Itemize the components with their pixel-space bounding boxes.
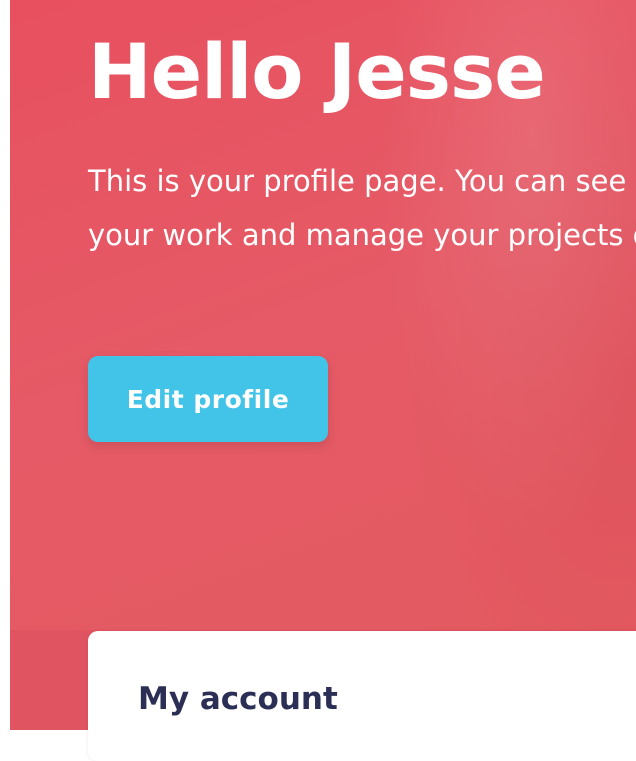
page-title: Hello Jesse [88,27,546,116]
profile-description-line-2: your work and manage your projects o [88,218,636,252]
my-account-card: My account [88,631,636,761]
profile-description-line-1: This is your profile page. You can see t [88,164,636,198]
profile-header: Hello Jesse This is your profile page. Y… [10,0,636,730]
edit-profile-button[interactable]: Edit profile [88,356,328,442]
page-left-edge [0,0,10,730]
card-title: My account [138,681,338,717]
profile-description: This is your profile page. You can see t… [88,154,636,262]
